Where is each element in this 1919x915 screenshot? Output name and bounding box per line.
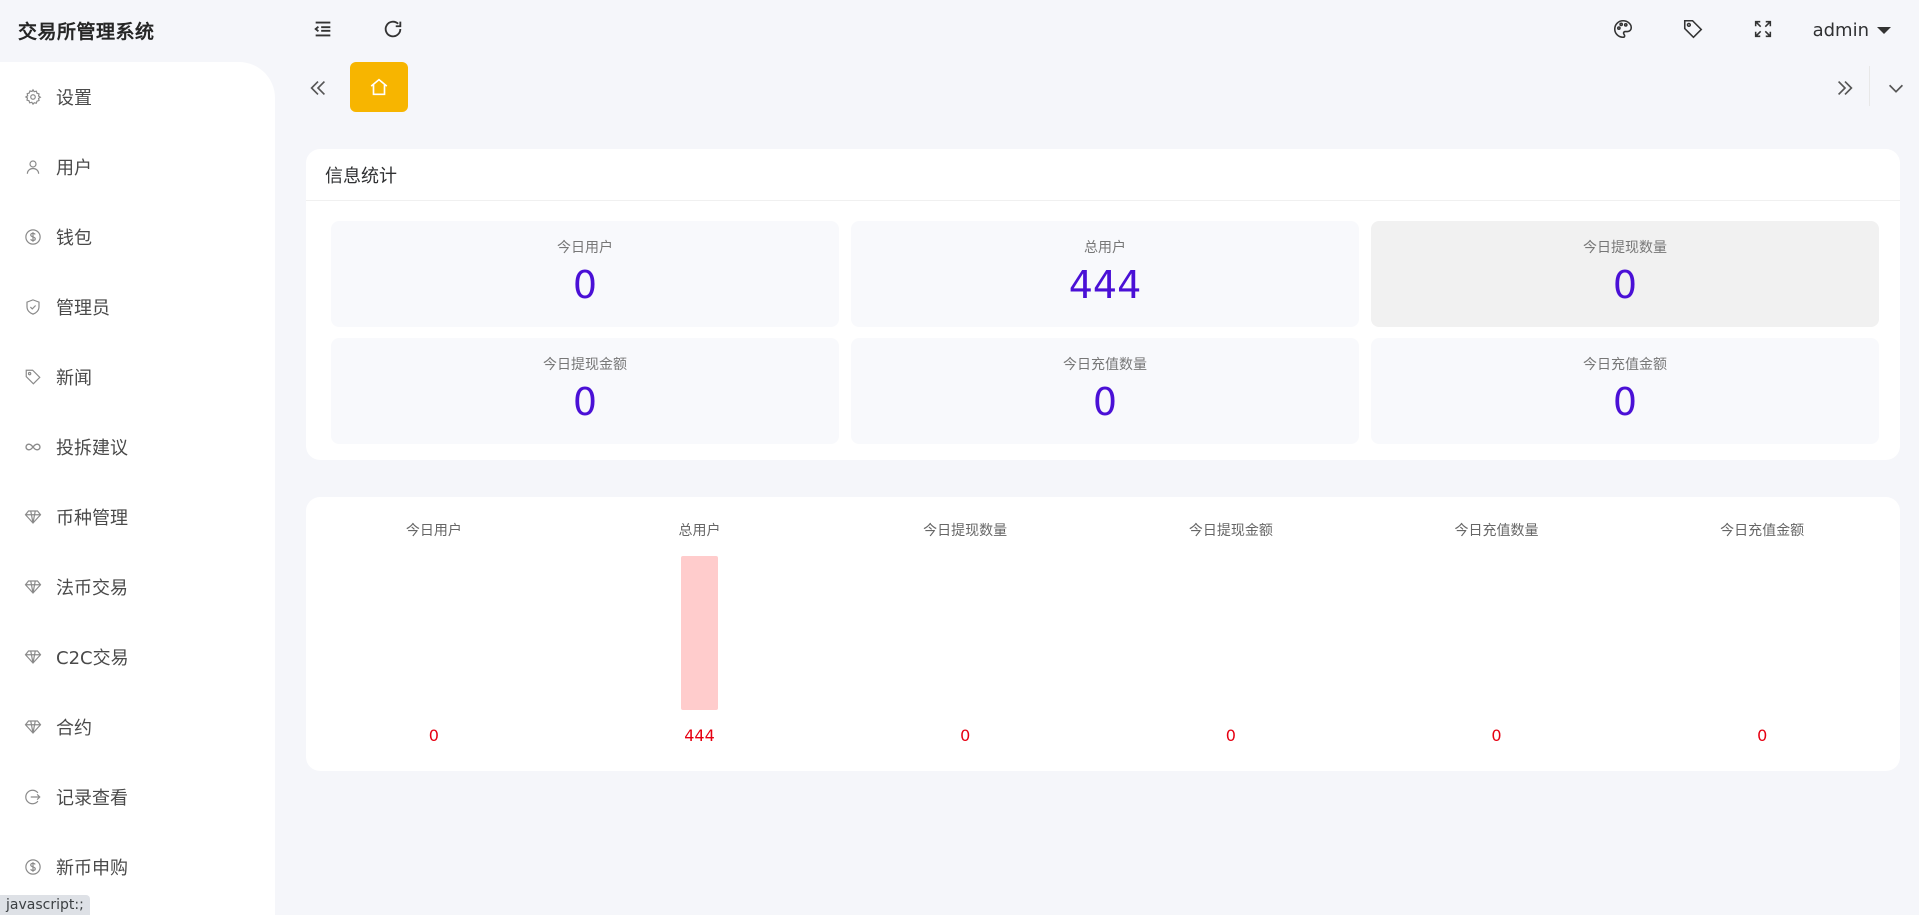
stat-value: 0 [572, 380, 598, 424]
refresh-icon[interactable] [378, 14, 408, 44]
tabs-scroll-left-icon[interactable] [302, 72, 334, 104]
chart-value-label: 0 [1491, 726, 1501, 745]
tag-icon[interactable] [1678, 14, 1708, 44]
chart-category-label: 总用户 [679, 522, 721, 539]
sidebar-item-wallet[interactable]: 钱包 [0, 202, 275, 272]
stat-label: 总用户 [1084, 240, 1126, 256]
diamond-icon [24, 718, 42, 736]
sidebar-item-label: 新币申购 [56, 858, 128, 879]
stat-label: 今日充值金额 [1583, 357, 1667, 373]
stat-value: 0 [572, 263, 598, 307]
sidebar-item-currency[interactable]: 币种管理 [0, 482, 275, 552]
sidebar: 设置 用户 钱包 管理员 新闻 投拆建议 币种管理 法币交易 C2C交易 合约 … [0, 62, 275, 915]
sidebar-item-label: 管理员 [56, 298, 110, 319]
tab-home[interactable] [350, 62, 408, 112]
diamond-icon [24, 578, 42, 596]
bar-chart: 今日用户 0 总用户 444 今日提现数量 0 今日提现金额 0 今日充值数量 0 今日充值金额 0 [406, 522, 1804, 745]
sidebar-item-label: 设置 [56, 88, 92, 109]
logout-circle-icon [24, 788, 42, 806]
stat-label: 今日用户 [557, 240, 613, 256]
sidebar-item-admins[interactable]: 管理员 [0, 272, 275, 342]
infinity-icon [24, 438, 42, 456]
stats-grid: 今日用户 0 总用户 444 今日提现数量 0 今日提现金额 0 今日充值数量 … [331, 221, 1883, 444]
stat-value: 444 [1068, 263, 1142, 307]
shield-check-icon [24, 298, 42, 316]
chart-category-label: 今日用户 [406, 522, 462, 539]
sidebar-item-label: 法币交易 [56, 578, 128, 599]
tag-icon [24, 368, 42, 386]
sidebar-item-label: C2C交易 [56, 648, 129, 669]
chart-category-label: 今日充值数量 [1455, 523, 1539, 539]
sidebar-item-settings[interactable]: 设置 [0, 62, 275, 132]
app-title: 交易所管理系统 [18, 20, 155, 43]
chart-category-label: 今日充值金额 [1720, 523, 1804, 539]
stat-value: 0 [1092, 380, 1118, 424]
chart-value-label: 0 [960, 726, 970, 745]
chart-category-label: 今日提现金额 [1189, 523, 1273, 539]
dollar-circle-icon [24, 858, 42, 876]
stat-total-users[interactable]: 总用户 444 [851, 221, 1359, 327]
stat-label: 今日提现金额 [543, 357, 627, 373]
tab-divider [1869, 66, 1870, 106]
stat-label: 今日充值数量 [1063, 357, 1147, 373]
sidebar-item-label: 币种管理 [56, 508, 128, 529]
palette-icon[interactable] [1608, 14, 1638, 44]
chart-bar[interactable] [681, 556, 718, 710]
stat-today-users[interactable]: 今日用户 0 [331, 221, 839, 327]
status-bar-url: javascript:; [0, 895, 90, 915]
sidebar-item-label: 钱包 [56, 228, 92, 249]
chart-value-label: 0 [1757, 726, 1767, 745]
tabs-scroll-right-icon[interactable] [1829, 72, 1861, 104]
sidebar-item-label: 新闻 [56, 368, 92, 389]
user-dropdown[interactable]: admin [1813, 15, 1891, 45]
dollar-circle-icon [24, 228, 42, 246]
diamond-icon [24, 648, 42, 666]
chart-value-label: 0 [1226, 726, 1236, 745]
stats-card: 信息统计 今日用户 0 总用户 444 今日提现数量 0 今日提现金额 0 今日… [306, 149, 1900, 460]
sidebar-item-records[interactable]: 记录查看 [0, 762, 275, 832]
stat-label: 今日提现数量 [1583, 240, 1667, 256]
sidebar-item-news[interactable]: 新闻 [0, 342, 275, 412]
chart-value-label: 444 [684, 726, 715, 745]
stat-value: 0 [1612, 380, 1638, 424]
chart-value-label: 0 [429, 726, 439, 745]
gear-icon [24, 88, 42, 106]
stat-today-deposit-amount[interactable]: 今日充值金额 0 [1371, 338, 1879, 444]
home-icon [368, 76, 390, 98]
stat-today-deposit-count[interactable]: 今日充值数量 0 [851, 338, 1359, 444]
sidebar-item-users[interactable]: 用户 [0, 132, 275, 202]
sidebar-item-label: 合约 [56, 718, 92, 739]
sidebar-item-label: 投拆建议 [56, 438, 128, 459]
stats-card-title: 信息统计 [306, 149, 1900, 201]
sidebar-item-label: 用户 [56, 158, 92, 179]
user-icon [24, 158, 42, 176]
chart-card: 今日用户 0 总用户 444 今日提现数量 0 今日提现金额 0 今日充值数量 0 今日充值金额 0 [306, 497, 1900, 771]
sidebar-item-label: 记录查看 [56, 788, 128, 809]
stat-today-withdraw-count[interactable]: 今日提现数量 0 [1371, 221, 1879, 327]
diamond-icon [24, 508, 42, 526]
sidebar-item-fiat-trade[interactable]: 法币交易 [0, 552, 275, 622]
stat-value: 0 [1612, 263, 1638, 307]
sidebar-item-c2c-trade[interactable]: C2C交易 [0, 622, 275, 692]
sidebar-item-feedback[interactable]: 投拆建议 [0, 412, 275, 482]
sidebar-item-ipo[interactable]: 新币申购 [0, 832, 275, 902]
chart-category-label: 今日提现数量 [923, 523, 1007, 539]
menu-fold-icon[interactable] [308, 14, 338, 44]
fullscreen-icon[interactable] [1748, 14, 1778, 44]
caret-down-icon [1877, 26, 1891, 34]
username: admin [1812, 19, 1869, 41]
sidebar-item-contract[interactable]: 合约 [0, 692, 275, 762]
tabs-dropdown-icon[interactable] [1880, 72, 1912, 104]
stat-today-withdraw-amount[interactable]: 今日提现金额 0 [331, 338, 839, 444]
